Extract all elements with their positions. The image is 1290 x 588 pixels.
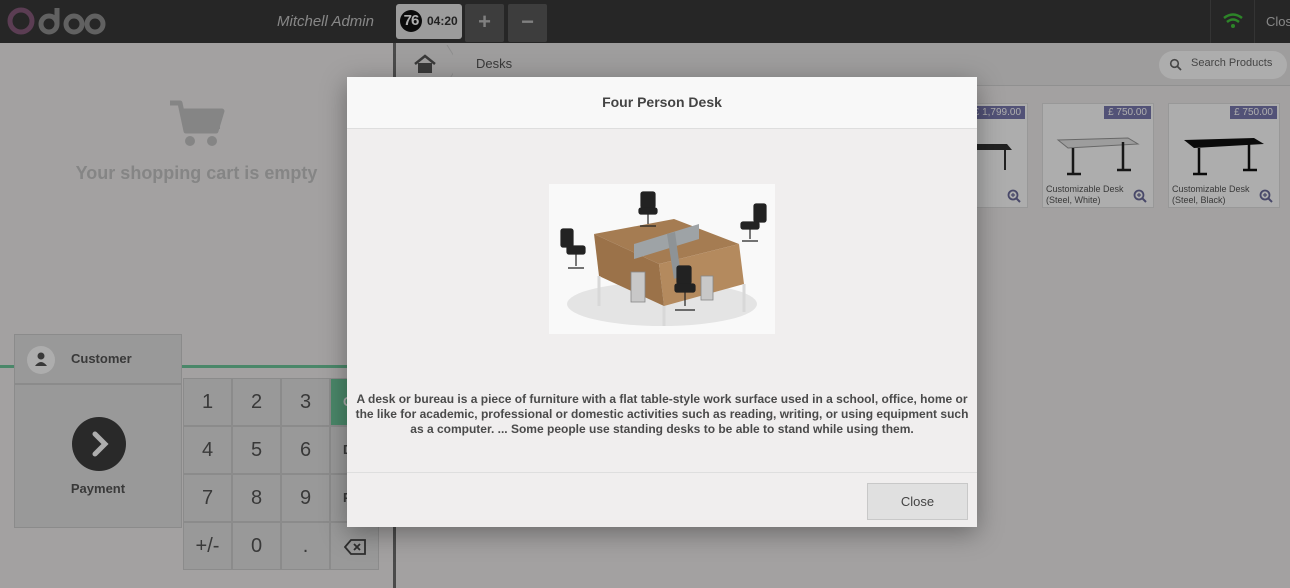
product-info-dialog: Four Person Desk A desk or bureau is a p…	[347, 77, 977, 527]
close-dialog-button[interactable]: Close	[867, 483, 968, 520]
product-image	[549, 184, 775, 334]
dialog-title: Four Person Desk	[602, 94, 722, 110]
dialog-header: Four Person Desk	[347, 77, 977, 129]
dialog-footer: Close	[347, 472, 977, 527]
product-description: A desk or bureau is a piece of furniture…	[355, 392, 969, 436]
